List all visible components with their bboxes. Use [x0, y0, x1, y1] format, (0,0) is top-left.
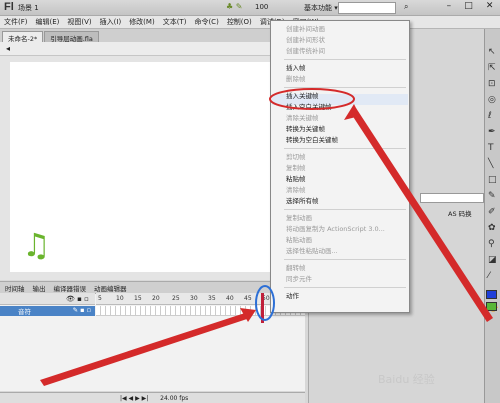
- playhead-ellipse: [255, 285, 275, 321]
- highlight-ellipse: [269, 88, 355, 110]
- arrow-to-frame: [40, 312, 250, 386]
- annotation-overlay: [40, 88, 493, 386]
- arrow-to-menu: [350, 108, 493, 322]
- watermark: Baidu 经验: [378, 373, 435, 386]
